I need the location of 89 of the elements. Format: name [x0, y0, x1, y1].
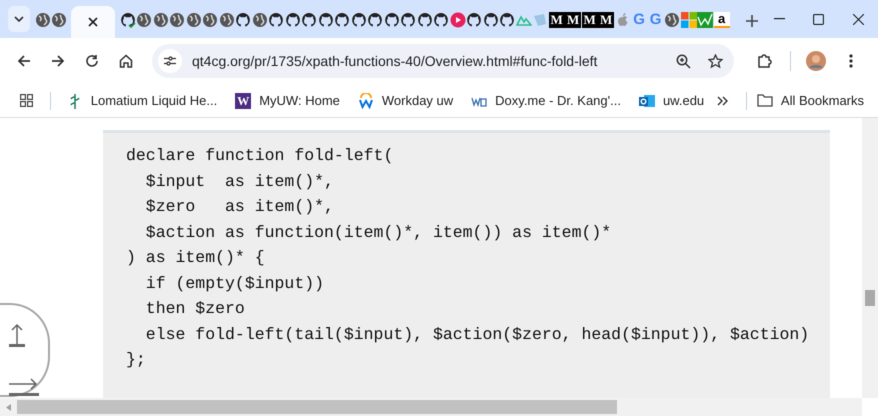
cat-silhouette-icon	[318, 12, 334, 28]
horizontal-scrollbar[interactable]	[0, 398, 862, 416]
tab[interactable]	[71, 6, 116, 38]
tab-search-button[interactable]	[8, 6, 30, 32]
globe-icon	[218, 12, 235, 28]
cat-silhouette-icon	[334, 12, 350, 28]
code-line: $zero as item()*,	[144, 196, 335, 218]
top-arrow-icon[interactable]	[9, 323, 25, 348]
double-chevron-icon	[717, 96, 730, 106]
code-line: then $zero	[144, 298, 246, 320]
cat-silhouette-icon	[416, 12, 433, 28]
right-arrow-icon[interactable]	[9, 378, 39, 396]
maximize-icon	[813, 14, 824, 24]
letter-logo: G	[632, 12, 646, 28]
cat-silhouette-icon	[367, 12, 384, 28]
letter-logo: M	[582, 12, 598, 28]
letter-logo: a	[714, 12, 730, 28]
globe-icon	[136, 12, 152, 28]
cat-silhouette-icon	[284, 12, 301, 28]
tab[interactable]: M	[564, 6, 582, 38]
scrollbar-thumb[interactable]	[17, 400, 617, 414]
minimize-icon	[774, 18, 785, 20]
close-icon	[852, 14, 864, 24]
chevron-down-icon	[14, 16, 24, 22]
magnifier-plus-icon	[676, 54, 690, 68]
globe-icon	[186, 12, 202, 28]
code-line: $action as function(item()*, item()) as item()*	[144, 222, 612, 244]
vertical-scrollbar[interactable]	[862, 118, 878, 398]
plus-icon	[746, 15, 758, 27]
cat-silhouette-icon	[499, 12, 516, 28]
tab[interactable]: M	[548, 6, 565, 38]
code-line: else fold-left(tail($input), $action($zero, head($input)), $action)	[144, 324, 810, 346]
letter-logo: W	[235, 92, 252, 108]
tab[interactable]: a	[713, 6, 730, 38]
code-line: };	[126, 349, 147, 371]
folder-icon	[756, 94, 773, 107]
tab[interactable]: M	[598, 6, 614, 38]
bookmark[interactable]: Workday uw	[352, 88, 460, 114]
mail-o-icon	[638, 92, 655, 108]
globe-icon	[202, 12, 218, 28]
globe-icon	[51, 12, 68, 28]
more-vertical-icon	[849, 54, 853, 68]
cat-silhouette-icon	[433, 12, 450, 28]
cat-silhouette-icon	[384, 12, 400, 28]
tab[interactable]: M	[581, 6, 598, 38]
globe-icon	[252, 12, 268, 28]
sliders-icon	[164, 56, 176, 66]
reload-icon	[85, 54, 99, 68]
cat-silhouette-icon	[400, 12, 416, 28]
bookmark[interactable]: Doxy.me - Dr. Kang'...	[465, 88, 627, 114]
new-tab-button[interactable]	[744, 12, 760, 30]
globe-icon	[34, 12, 51, 28]
bookmark[interactable]: Lomatium Liquid He...	[60, 88, 224, 114]
home-icon	[119, 54, 133, 68]
letter-logo: G	[648, 12, 662, 28]
scrollbar-thumb[interactable]	[865, 290, 875, 306]
code-line: declare function fold-left(	[126, 145, 394, 167]
bookmark[interactable]: W MyUW: Home	[229, 88, 346, 114]
code-line: if (empty($input))	[144, 272, 326, 294]
site-info-button[interactable]	[158, 49, 182, 73]
cat-silhouette-icon	[301, 12, 318, 28]
address-bar[interactable]: qt4cg.org/pr/1735/xpath-functions-40/Overview.html#func-fold-left	[152, 44, 734, 78]
cat-silhouette-icon	[350, 12, 367, 28]
cat-silhouette-icon	[466, 12, 482, 28]
grid-icon	[20, 94, 34, 107]
all-bookmarks-button[interactable]: All Bookmarks	[756, 90, 864, 110]
back-arrow-icon	[17, 54, 31, 68]
globe-icon	[664, 12, 680, 28]
globe-icon	[152, 12, 169, 28]
puzzle-icon	[757, 53, 773, 69]
cat-silhouette-icon	[482, 12, 499, 28]
four-squares-icon	[680, 12, 697, 28]
forward-arrow-icon	[51, 54, 65, 68]
code-line: ) as item()* {	[126, 247, 266, 269]
letter-logo: M	[598, 12, 614, 28]
letter-logo: M	[565, 12, 582, 28]
cat-silhouette-icon	[268, 12, 284, 28]
chart-line-icon	[697, 12, 714, 28]
globe-icon	[169, 12, 186, 28]
play-circle-icon	[450, 12, 466, 28]
cat-check-icon	[120, 12, 136, 28]
star-icon	[708, 54, 722, 68]
code-line: $input as item()*,	[144, 170, 335, 192]
arc-w-icon	[358, 92, 374, 108]
cat-silhouette-icon	[235, 12, 252, 28]
bookmark[interactable]: uw.edu	[632, 88, 710, 114]
avatar-icon	[806, 51, 826, 71]
url-text: qt4cg.org/pr/1735/xpath-functions-40/Overview.html#func-fold-left	[192, 52, 598, 71]
letter-logo: M	[548, 12, 565, 28]
